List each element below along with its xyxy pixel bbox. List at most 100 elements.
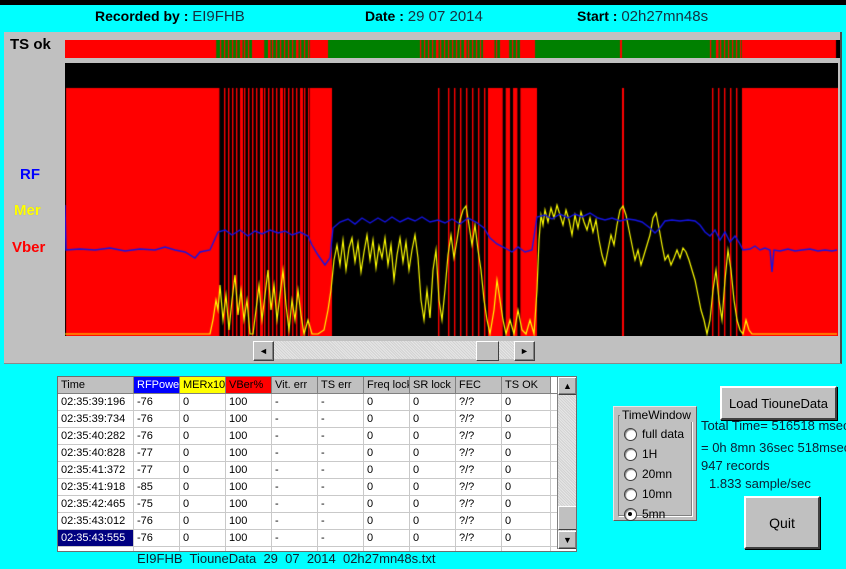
column-header-merx10[interactable]: MERx10 bbox=[180, 377, 226, 393]
table-cell[interactable]: - bbox=[318, 428, 364, 444]
scroll-left-arrow-icon[interactable]: ◄ bbox=[253, 341, 274, 361]
table-cell[interactable]: -77 bbox=[134, 462, 180, 478]
table-row[interactable]: 02:35:39:734-760100--00?/?0 bbox=[58, 411, 576, 428]
radio-icon[interactable] bbox=[624, 448, 637, 461]
table-cell[interactable]: 02:35:40:282 bbox=[58, 428, 134, 444]
table-cell[interactable]: 0 bbox=[502, 530, 551, 546]
table-cell[interactable]: 0 bbox=[364, 411, 410, 427]
table-cell[interactable]: 0 bbox=[410, 394, 456, 410]
table-cell[interactable]: 0 bbox=[410, 462, 456, 478]
scroll-up-arrow-icon[interactable]: ▲ bbox=[558, 377, 577, 395]
table-cell[interactable]: 02:35:42:465 bbox=[58, 496, 134, 512]
column-header-sr-lock[interactable]: SR lock bbox=[410, 377, 456, 393]
table-cell[interactable]: 100 bbox=[226, 428, 272, 444]
chart-horizontal-scrollbar[interactable]: ◄ ► bbox=[253, 341, 535, 359]
table-cell[interactable]: ?/? bbox=[456, 496, 502, 512]
table-cell[interactable]: - bbox=[318, 462, 364, 478]
table-cell[interactable]: 0 bbox=[502, 411, 551, 427]
table-cell[interactable]: 02:35:41:372 bbox=[58, 462, 134, 478]
table-cell[interactable]: 0 bbox=[502, 428, 551, 444]
table-cell[interactable]: 0 bbox=[364, 513, 410, 529]
column-header-ts-err[interactable]: TS err bbox=[318, 377, 364, 393]
table-row[interactable]: 02:35:39:196-760100--00?/?0 bbox=[58, 394, 576, 411]
table-cell[interactable]: 0 bbox=[410, 411, 456, 427]
scroll-down-arrow-icon[interactable]: ▼ bbox=[558, 531, 577, 549]
load-tiounedata-button[interactable]: Load TiouneData bbox=[720, 386, 837, 420]
table-row[interactable]: 02:35:43:555-760100--00?/?0 bbox=[58, 530, 576, 547]
table-cell[interactable]: -76 bbox=[134, 411, 180, 427]
table-cell[interactable]: - bbox=[272, 496, 318, 512]
table-cell[interactable]: 0 bbox=[364, 445, 410, 461]
table-cell[interactable]: 0 bbox=[180, 445, 226, 461]
table-row[interactable]: 02:35:41:918-850100--00?/?0 bbox=[58, 479, 576, 496]
table-cell[interactable]: ?/? bbox=[456, 394, 502, 410]
table-cell[interactable]: 0 bbox=[502, 496, 551, 512]
table-cell[interactable]: 0 bbox=[180, 428, 226, 444]
table-cell[interactable]: - bbox=[272, 411, 318, 427]
table-cell[interactable]: ?/? bbox=[456, 513, 502, 529]
table-cell[interactable]: 0 bbox=[364, 394, 410, 410]
column-header-vit-err[interactable]: Vit. err bbox=[272, 377, 318, 393]
table-cell[interactable]: 0 bbox=[180, 462, 226, 478]
column-header-rfpower[interactable]: RFPower bbox=[134, 377, 180, 393]
table-cell[interactable]: 0 bbox=[180, 411, 226, 427]
table-cell[interactable]: 0 bbox=[364, 428, 410, 444]
table-cell[interactable]: 0 bbox=[180, 479, 226, 495]
table-cell[interactable]: 0 bbox=[502, 445, 551, 461]
timewindow-option-10mn[interactable]: 10mn bbox=[624, 487, 672, 501]
radio-icon[interactable] bbox=[624, 468, 637, 481]
timewindow-option-1h[interactable]: 1H bbox=[624, 447, 657, 461]
table-cell[interactable]: - bbox=[272, 394, 318, 410]
table-row[interactable]: 02:35:41:372-770100--00?/?0 bbox=[58, 462, 576, 479]
table-cell[interactable]: -85 bbox=[134, 479, 180, 495]
timewindow-option-full-data[interactable]: full data bbox=[624, 427, 684, 441]
table-cell[interactable]: 02:35:40:828 bbox=[58, 445, 134, 461]
table-cell[interactable]: 100 bbox=[226, 479, 272, 495]
radio-icon[interactable] bbox=[624, 428, 637, 441]
table-cell[interactable]: - bbox=[272, 445, 318, 461]
table-row[interactable]: 02:35:43:012-760100--00?/?0 bbox=[58, 513, 576, 530]
column-header-freq-lock[interactable]: Freq lock bbox=[364, 377, 410, 393]
radio-selected-icon[interactable] bbox=[624, 508, 637, 521]
table-cell[interactable]: - bbox=[272, 530, 318, 546]
column-header-fec[interactable]: FEC bbox=[456, 377, 502, 393]
table-cell[interactable]: -77 bbox=[134, 445, 180, 461]
table-row[interactable]: 02:35:40:282-760100--00?/?0 bbox=[58, 428, 576, 445]
table-cell[interactable]: ?/? bbox=[456, 530, 502, 546]
table-cell[interactable]: 0 bbox=[364, 462, 410, 478]
table-cell[interactable]: ?/? bbox=[456, 479, 502, 495]
table-cell[interactable]: 0 bbox=[502, 394, 551, 410]
vertical-scroll-thumb[interactable] bbox=[558, 506, 577, 530]
table-cell[interactable]: 100 bbox=[226, 530, 272, 546]
table-cell[interactable]: - bbox=[272, 479, 318, 495]
table-cell[interactable]: 100 bbox=[226, 513, 272, 529]
table-cell[interactable]: 0 bbox=[502, 462, 551, 478]
table-cell[interactable]: ?/? bbox=[456, 428, 502, 444]
table-cell[interactable]: 0 bbox=[364, 479, 410, 495]
table-cell[interactable]: 0 bbox=[364, 530, 410, 546]
table-cell[interactable]: 0 bbox=[410, 479, 456, 495]
table-cell[interactable] bbox=[58, 547, 134, 552]
column-header-time[interactable]: Time bbox=[58, 377, 134, 393]
quit-button[interactable]: Quit bbox=[744, 496, 820, 549]
table-cell[interactable]: - bbox=[318, 445, 364, 461]
table-cell[interactable]: -75 bbox=[134, 496, 180, 512]
table-cell[interactable]: 0 bbox=[410, 496, 456, 512]
table-cell[interactable]: 100 bbox=[226, 411, 272, 427]
table-cell[interactable]: 0 bbox=[180, 513, 226, 529]
table-row[interactable]: 02:35:42:465-750100--00?/?0 bbox=[58, 496, 576, 513]
table-cell[interactable]: - bbox=[318, 530, 364, 546]
table-cell[interactable]: 0 bbox=[180, 394, 226, 410]
table-cell[interactable]: -76 bbox=[134, 428, 180, 444]
table-cell[interactable]: ?/? bbox=[456, 411, 502, 427]
table-cell[interactable]: - bbox=[272, 462, 318, 478]
table-cell[interactable]: ?/? bbox=[456, 462, 502, 478]
table-cell[interactable]: 0 bbox=[364, 496, 410, 512]
table-cell[interactable]: 0 bbox=[410, 530, 456, 546]
table-cell[interactable]: 100 bbox=[226, 462, 272, 478]
table-cell[interactable] bbox=[456, 547, 502, 552]
table-cell[interactable]: - bbox=[318, 513, 364, 529]
table-cell[interactable]: - bbox=[272, 428, 318, 444]
table-cell[interactable]: 0 bbox=[410, 513, 456, 529]
table-vertical-scrollbar[interactable]: ▲ ▼ bbox=[557, 377, 576, 549]
